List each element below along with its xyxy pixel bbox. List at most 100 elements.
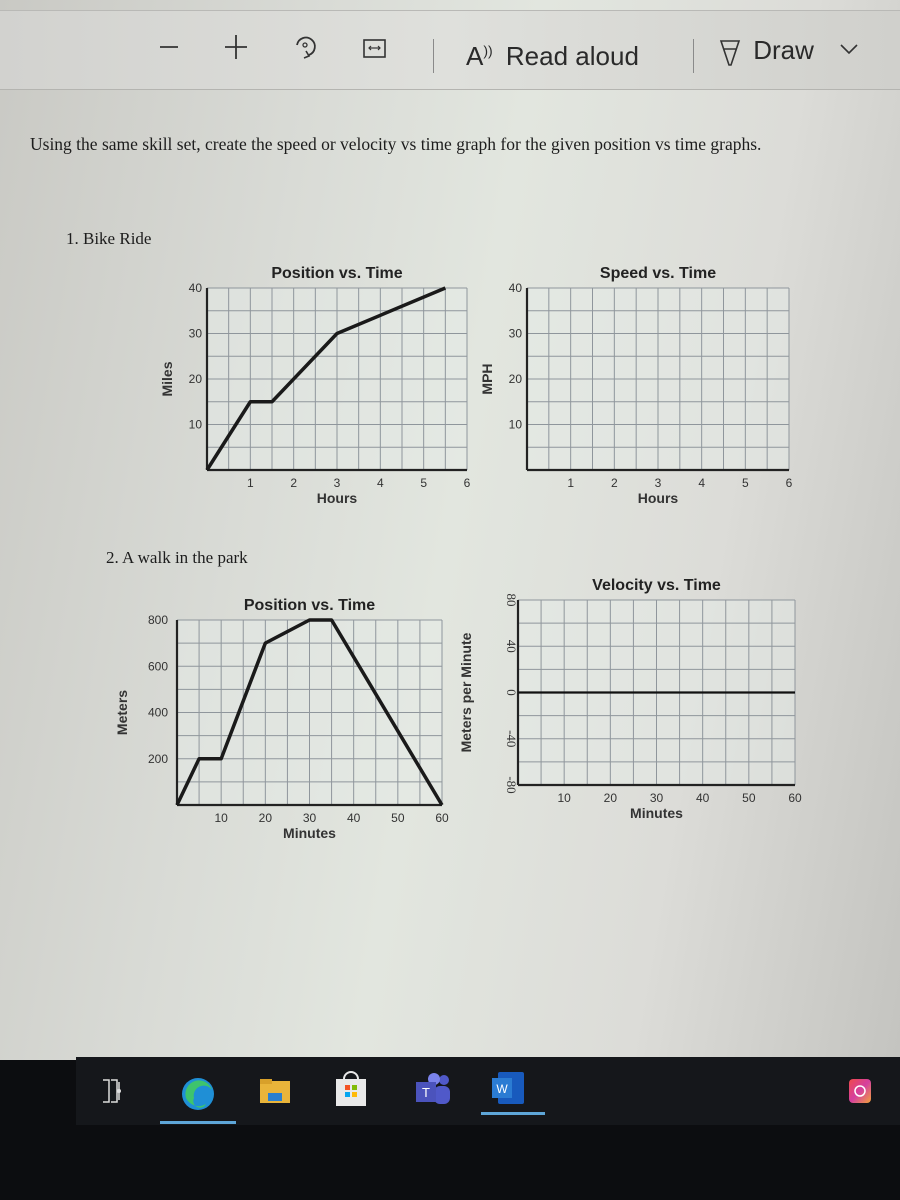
fit-width-icon	[363, 39, 386, 58]
x-tick-label: 1	[567, 476, 574, 490]
read-aloud-label: Read aloud	[505, 40, 639, 71]
y-tick-label: 40	[509, 281, 523, 295]
x-tick-label: 2	[611, 476, 618, 490]
y-axis-label: Meters per Minute	[458, 632, 474, 752]
y-axis-label: MPH	[479, 363, 495, 394]
x-tick-label: 30	[650, 791, 664, 805]
x-tick-label: 4	[377, 476, 384, 490]
x-tick-label: 2	[290, 476, 297, 490]
walk-position-chart: Position vs. Time 10 20 30 40 50 60 Minutes 200 4…	[100, 565, 470, 855]
y-tick-label: 80	[504, 594, 519, 607]
bike-position-chart: Position vs. Time 1 2 3 4 5 6 Hours 10 20 30 40 Mile…	[150, 255, 480, 520]
x-tick-label: 50	[742, 791, 756, 805]
x-tick-label: 20	[259, 811, 273, 825]
file-explorer-button[interactable]	[258, 1076, 290, 1106]
microsoft-store-icon	[336, 1071, 366, 1106]
y-axis-label: Meters	[114, 690, 130, 735]
y-tick-label: 30	[509, 327, 523, 341]
minus-icon	[160, 46, 178, 48]
walk-velocity-chart[interactable]: Velocity vs. Time 10 20 30 40 50 60 Minutes -80 -…	[455, 565, 815, 840]
fit-width-button[interactable]	[362, 35, 388, 67]
rotate-button[interactable]	[292, 31, 318, 69]
creative-cloud-icon	[849, 1079, 871, 1103]
chart-title: Velocity vs. Time	[592, 577, 721, 594]
x-tick-label: 40	[347, 811, 361, 825]
instructions-text: Using the same skill set, create the spe…	[30, 134, 762, 154]
chevron-down-icon	[840, 44, 858, 55]
x-tick-label: 10	[214, 811, 228, 825]
draw-label: Draw	[753, 35, 814, 65]
problem-1-label: 1. Bike Ride	[66, 229, 152, 248]
toolbar-divider	[693, 39, 694, 73]
x-axis-label: Hours	[638, 490, 679, 506]
y-tick-label: -40	[504, 730, 519, 747]
bike-speed-chart[interactable]: Speed vs. Time 1 2 3 4 5 6 Hours 10 20 30 40 MPH	[470, 255, 810, 520]
y-tick-label: 40	[504, 640, 519, 653]
x-tick-label: 40	[696, 791, 710, 805]
read-aloud-button[interactable]: A)) Read aloud	[466, 35, 639, 71]
chart-svg: Velocity vs. Time 10 20 30 40 50 60 Minutes -80 -…	[458, 577, 802, 821]
zoom-out-button[interactable]	[158, 31, 180, 67]
teams-button[interactable]: T	[414, 1072, 450, 1104]
creative-cloud-button[interactable]	[848, 1078, 878, 1108]
word-button[interactable]: W	[490, 1070, 524, 1104]
chart-title: Speed vs. Time	[600, 265, 716, 282]
y-tick-label: 200	[148, 752, 168, 766]
word-active-indicator	[481, 1112, 545, 1115]
chart-title: Position vs. Time	[271, 265, 402, 282]
x-tick-label: 5	[742, 476, 749, 490]
chart-svg: Position vs. Time 10 20 30 40 50 60 Minutes 200 4…	[114, 597, 449, 841]
y-tick-label: 0	[504, 689, 519, 696]
x-tick-label: 10	[557, 791, 571, 805]
word-letter: W	[496, 1082, 508, 1096]
x-tick-label: 60	[788, 791, 802, 805]
draw-pen-icon	[719, 40, 741, 66]
zoom-in-button[interactable]	[223, 31, 249, 67]
word-icon: W	[492, 1072, 524, 1104]
y-axis-label: Miles	[159, 361, 175, 396]
task-view-icon	[103, 1079, 121, 1103]
chart-svg: Position vs. Time1 2 3 4 5 6Hours10203040Mile…	[159, 265, 471, 506]
x-tick-label: 1	[247, 476, 254, 490]
y-tick-label: 800	[148, 613, 168, 627]
x-axis-label: Minutes	[283, 825, 336, 841]
y-tick-label: -80	[504, 776, 519, 793]
edge-button[interactable]	[180, 1076, 214, 1110]
x-tick-label: 4	[698, 476, 705, 490]
pdf-toolbar: A)) Read aloud Draw	[0, 10, 900, 90]
read-aloud-icon: A))	[466, 40, 493, 71]
x-tick-label: 30	[303, 811, 317, 825]
chart-title: Position vs. Time	[244, 597, 375, 614]
x-tick-label: 5	[420, 476, 427, 490]
x-tick-label: 3	[655, 476, 662, 490]
y-tick-label: 10	[509, 418, 523, 432]
x-tick-label: 60	[435, 811, 449, 825]
microsoft-store-button[interactable]	[334, 1070, 366, 1106]
y-tick-label: 10	[189, 418, 203, 432]
y-tick-label: 400	[148, 706, 168, 720]
chart-svg: Speed vs. Time 1 2 3 4 5 6 Hours 10 20 30 40 MPH	[479, 265, 793, 506]
y-tick-label: 20	[189, 372, 203, 386]
file-explorer-icon	[260, 1079, 290, 1103]
x-tick-label: 6	[786, 476, 793, 490]
edge-active-indicator	[160, 1121, 236, 1124]
x-tick-label: 3	[334, 476, 341, 490]
x-tick-label: 50	[391, 811, 405, 825]
more-options-button[interactable]	[838, 33, 860, 69]
toolbar-divider	[433, 39, 434, 73]
x-tick-label: 20	[604, 791, 618, 805]
task-view-button[interactable]	[97, 1076, 127, 1106]
pdf-viewer-window: A)) Read aloud Draw Using the same skill…	[0, 0, 900, 1060]
y-tick-label: 20	[509, 372, 523, 386]
edge-icon	[182, 1078, 214, 1110]
plus-icon	[225, 35, 247, 59]
y-tick-label: 600	[148, 659, 168, 673]
y-tick-label: 30	[189, 327, 203, 341]
teams-letter: T	[422, 1085, 430, 1100]
draw-button[interactable]: Draw	[718, 35, 814, 67]
x-axis-label: Minutes	[630, 805, 683, 821]
teams-icon: T	[416, 1073, 450, 1104]
rotate-icon	[296, 36, 316, 59]
y-tick-label: 40	[189, 281, 203, 295]
x-axis-label: Hours	[317, 490, 358, 506]
